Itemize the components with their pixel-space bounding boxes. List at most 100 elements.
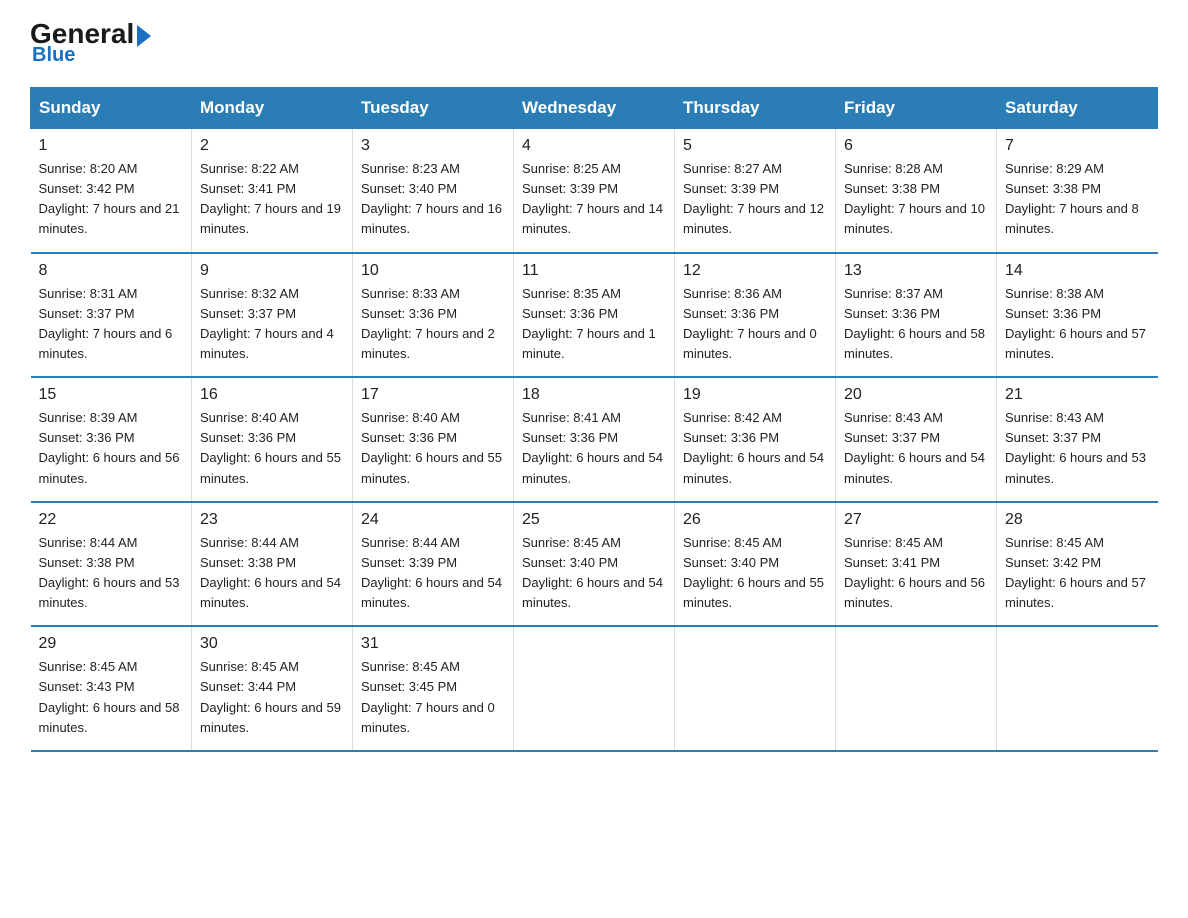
day-number: 11 — [522, 262, 666, 280]
day-info: Sunrise: 8:45 AMSunset: 3:42 PMDaylight:… — [1005, 535, 1146, 610]
day-cell: 8 Sunrise: 8:31 AMSunset: 3:37 PMDaylight… — [31, 253, 192, 378]
day-info: Sunrise: 8:35 AMSunset: 3:36 PMDaylight:… — [522, 286, 656, 361]
day-cell: 20 Sunrise: 8:43 AMSunset: 3:37 PMDayligh… — [836, 377, 997, 502]
day-cell: 21Sunrise: 8:43 AMSunset: 3:37 PMDayligh… — [997, 377, 1158, 502]
day-number: 29 — [39, 635, 184, 653]
column-header-wednesday: Wednesday — [514, 88, 675, 129]
column-header-saturday: Saturday — [997, 88, 1158, 129]
day-cell: 18 Sunrise: 8:41 AMSunset: 3:36 PMDayligh… — [514, 377, 675, 502]
day-info: Sunrise: 8:45 AMSunset: 3:40 PMDaylight:… — [683, 535, 824, 610]
column-header-friday: Friday — [836, 88, 997, 129]
day-cell: 16Sunrise: 8:40 AMSunset: 3:36 PMDayligh… — [192, 377, 353, 502]
day-cell: 10 Sunrise: 8:33 AMSunset: 3:36 PMDayligh… — [353, 253, 514, 378]
logo-blue-text: Blue — [30, 44, 75, 67]
day-cell: 28 Sunrise: 8:45 AMSunset: 3:42 PMDayligh… — [997, 502, 1158, 627]
day-number: 6 — [844, 137, 988, 155]
day-cell: 22 Sunrise: 8:44 AMSunset: 3:38 PMDayligh… — [31, 502, 192, 627]
day-info: Sunrise: 8:45 AMSunset: 3:44 PMDaylight:… — [200, 659, 341, 734]
day-number: 25 — [522, 511, 666, 529]
day-cell: 6Sunrise: 8:28 AMSunset: 3:38 PMDaylight… — [836, 129, 997, 253]
day-number: 20 — [844, 386, 988, 404]
day-number: 2 — [200, 137, 344, 155]
day-info: Sunrise: 8:40 AMSunset: 3:36 PMDaylight:… — [361, 410, 502, 485]
week-row-5: 29 Sunrise: 8:45 AMSunset: 3:43 PMDayligh… — [31, 626, 1158, 751]
day-cell: 17 Sunrise: 8:40 AMSunset: 3:36 PMDayligh… — [353, 377, 514, 502]
day-cell: 23Sunrise: 8:44 AMSunset: 3:38 PMDayligh… — [192, 502, 353, 627]
day-cell: 15Sunrise: 8:39 AMSunset: 3:36 PMDayligh… — [31, 377, 192, 502]
day-info: Sunrise: 8:37 AMSunset: 3:36 PMDaylight:… — [844, 286, 985, 361]
logo-arrow-icon — [137, 25, 151, 47]
calendar-header: SundayMondayTuesdayWednesdayThursdayFrid… — [31, 88, 1158, 129]
day-info: Sunrise: 8:45 AMSunset: 3:45 PMDaylight:… — [361, 659, 495, 734]
day-info: Sunrise: 8:31 AMSunset: 3:37 PMDaylight:… — [39, 286, 173, 361]
day-info: Sunrise: 8:20 AMSunset: 3:42 PMDaylight:… — [39, 161, 180, 236]
day-info: Sunrise: 8:45 AMSunset: 3:43 PMDaylight:… — [39, 659, 180, 734]
day-number: 1 — [39, 137, 184, 155]
day-cell: 13 Sunrise: 8:37 AMSunset: 3:36 PMDayligh… — [836, 253, 997, 378]
week-row-1: 1 Sunrise: 8:20 AMSunset: 3:42 PMDaylight… — [31, 129, 1158, 253]
day-number: 21 — [1005, 386, 1150, 404]
day-cell — [836, 626, 997, 751]
day-number: 28 — [1005, 511, 1150, 529]
day-number: 27 — [844, 511, 988, 529]
calendar-body: 1 Sunrise: 8:20 AMSunset: 3:42 PMDaylight… — [31, 129, 1158, 751]
day-number: 17 — [361, 386, 505, 404]
day-info: Sunrise: 8:22 AMSunset: 3:41 PMDaylight:… — [200, 161, 341, 236]
day-number: 24 — [361, 511, 505, 529]
day-number: 10 — [361, 262, 505, 280]
day-number: 5 — [683, 137, 827, 155]
day-number: 3 — [361, 137, 505, 155]
day-cell: 19 Sunrise: 8:42 AMSunset: 3:36 PMDayligh… — [675, 377, 836, 502]
page-header: General Blue — [30, 20, 1158, 67]
day-number: 26 — [683, 511, 827, 529]
calendar-table: SundayMondayTuesdayWednesdayThursdayFrid… — [30, 87, 1158, 752]
day-info: Sunrise: 8:29 AMSunset: 3:38 PMDaylight:… — [1005, 161, 1139, 236]
day-cell: 30 Sunrise: 8:45 AMSunset: 3:44 PMDayligh… — [192, 626, 353, 751]
column-header-sunday: Sunday — [31, 88, 192, 129]
day-number: 23 — [200, 511, 344, 529]
day-number: 13 — [844, 262, 988, 280]
day-number: 15 — [39, 386, 184, 404]
day-cell: 4 Sunrise: 8:25 AMSunset: 3:39 PMDaylight… — [514, 129, 675, 253]
day-info: Sunrise: 8:27 AMSunset: 3:39 PMDaylight:… — [683, 161, 824, 236]
day-number: 7 — [1005, 137, 1150, 155]
day-cell: 25 Sunrise: 8:45 AMSunset: 3:40 PMDayligh… — [514, 502, 675, 627]
day-info: Sunrise: 8:44 AMSunset: 3:38 PMDaylight:… — [39, 535, 180, 610]
day-info: Sunrise: 8:25 AMSunset: 3:39 PMDaylight:… — [522, 161, 663, 236]
day-number: 22 — [39, 511, 184, 529]
day-number: 8 — [39, 262, 184, 280]
day-number: 14 — [1005, 262, 1150, 280]
day-cell: 1 Sunrise: 8:20 AMSunset: 3:42 PMDaylight… — [31, 129, 192, 253]
day-cell: 2 Sunrise: 8:22 AMSunset: 3:41 PMDaylight… — [192, 129, 353, 253]
day-number: 12 — [683, 262, 827, 280]
day-info: Sunrise: 8:36 AMSunset: 3:36 PMDaylight:… — [683, 286, 817, 361]
day-info: Sunrise: 8:42 AMSunset: 3:36 PMDaylight:… — [683, 410, 824, 485]
week-row-2: 8 Sunrise: 8:31 AMSunset: 3:37 PMDaylight… — [31, 253, 1158, 378]
day-info: Sunrise: 8:45 AMSunset: 3:40 PMDaylight:… — [522, 535, 663, 610]
day-number: 19 — [683, 386, 827, 404]
day-cell: 31 Sunrise: 8:45 AMSunset: 3:45 PMDayligh… — [353, 626, 514, 751]
column-header-thursday: Thursday — [675, 88, 836, 129]
day-number: 31 — [361, 635, 505, 653]
day-cell — [675, 626, 836, 751]
day-info: Sunrise: 8:32 AMSunset: 3:37 PMDaylight:… — [200, 286, 334, 361]
day-number: 30 — [200, 635, 344, 653]
day-number: 4 — [522, 137, 666, 155]
day-info: Sunrise: 8:23 AMSunset: 3:40 PMDaylight:… — [361, 161, 502, 236]
column-header-monday: Monday — [192, 88, 353, 129]
day-cell: 11 Sunrise: 8:35 AMSunset: 3:36 PMDayligh… — [514, 253, 675, 378]
day-info: Sunrise: 8:43 AMSunset: 3:37 PMDaylight:… — [844, 410, 985, 485]
week-row-3: 15Sunrise: 8:39 AMSunset: 3:36 PMDayligh… — [31, 377, 1158, 502]
day-cell: 14 Sunrise: 8:38 AMSunset: 3:36 PMDayligh… — [997, 253, 1158, 378]
day-info: Sunrise: 8:33 AMSunset: 3:36 PMDaylight:… — [361, 286, 495, 361]
logo: General Blue — [30, 20, 151, 67]
day-info: Sunrise: 8:38 AMSunset: 3:36 PMDaylight:… — [1005, 286, 1146, 361]
day-number: 18 — [522, 386, 666, 404]
day-cell: 26 Sunrise: 8:45 AMSunset: 3:40 PMDayligh… — [675, 502, 836, 627]
day-cell: 9Sunrise: 8:32 AMSunset: 3:37 PMDaylight… — [192, 253, 353, 378]
day-number: 16 — [200, 386, 344, 404]
day-info: Sunrise: 8:41 AMSunset: 3:36 PMDaylight:… — [522, 410, 663, 485]
day-info: Sunrise: 8:45 AMSunset: 3:41 PMDaylight:… — [844, 535, 985, 610]
day-cell: 27 Sunrise: 8:45 AMSunset: 3:41 PMDayligh… — [836, 502, 997, 627]
day-cell: 29 Sunrise: 8:45 AMSunset: 3:43 PMDayligh… — [31, 626, 192, 751]
